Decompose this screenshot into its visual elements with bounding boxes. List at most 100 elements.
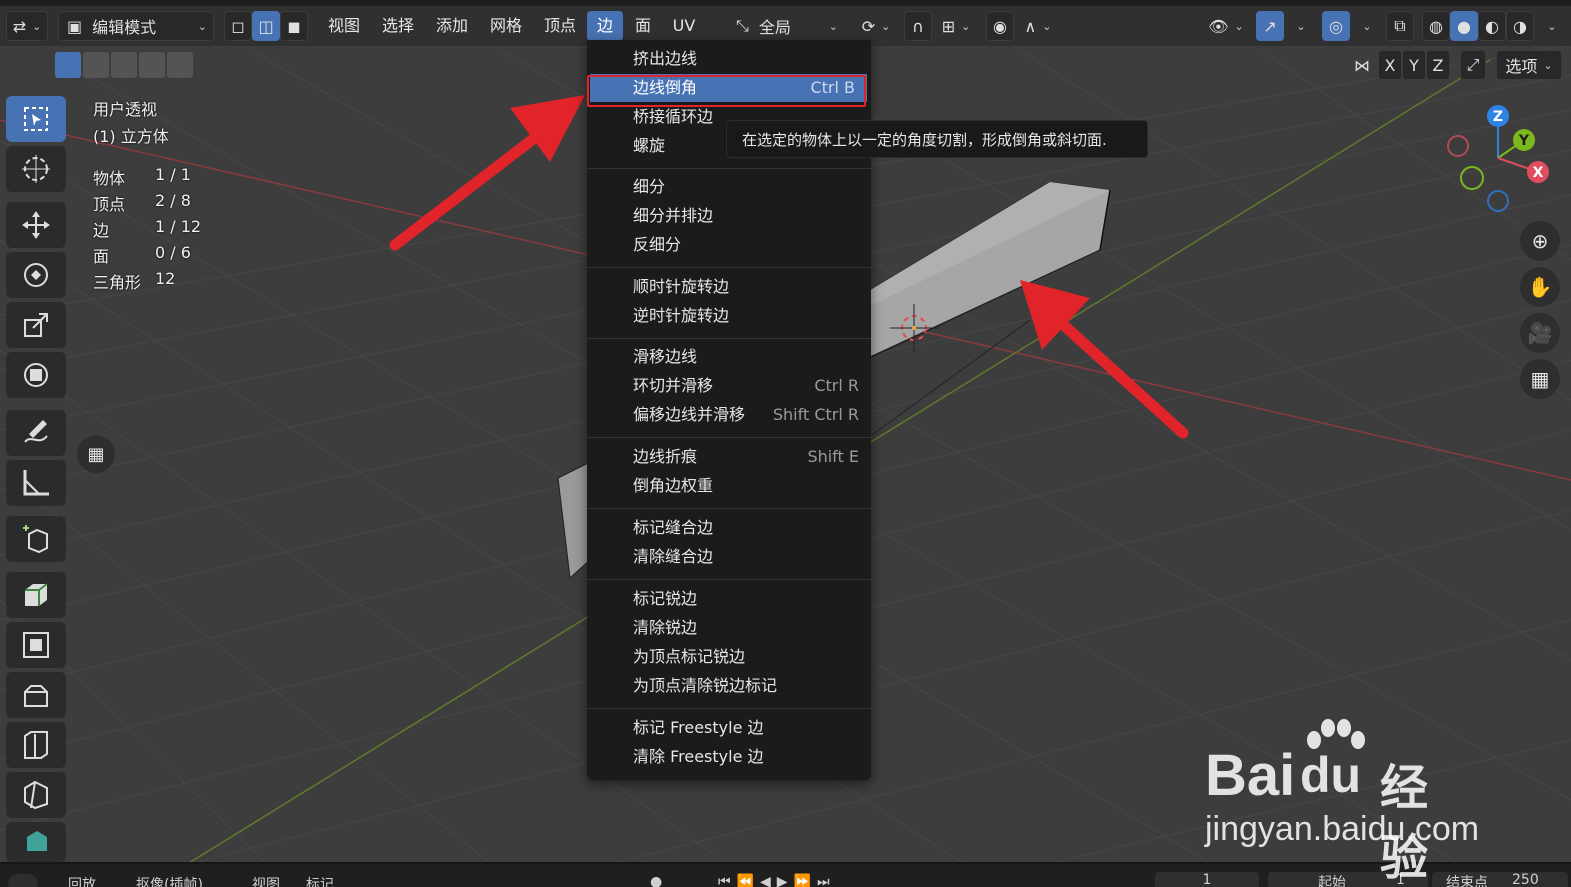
footer-view[interactable]: 视图 xyxy=(252,874,280,887)
annotate-tool[interactable] xyxy=(6,410,66,456)
stat-value-faces: 0 / 6 xyxy=(155,243,191,262)
extrude-tool[interactable] xyxy=(6,572,66,618)
falloff-button[interactable]: ∧ ⌄ xyxy=(1018,11,1058,41)
editor-type-button[interactable]: ⇄ ⌄ xyxy=(6,11,48,41)
pan-button[interactable]: ✋ xyxy=(1520,267,1560,307)
menu-item-clear-sharp-vertices[interactable]: 为顶点清除锐边标记 xyxy=(587,672,871,700)
poly-build-tool[interactable] xyxy=(6,822,66,862)
tool-settings-toggle[interactable]: ▦ xyxy=(77,435,115,473)
menu-edge[interactable]: 边 xyxy=(587,11,623,41)
menu-item-un-subdivide[interactable]: 反细分 xyxy=(587,231,871,259)
mirror-y-button[interactable]: Y xyxy=(1402,50,1426,80)
editor-type-button[interactable] xyxy=(8,874,38,887)
menu-face[interactable]: 面 xyxy=(628,11,658,41)
mode-selector[interactable]: ▣ 编辑模式 ⌄ xyxy=(58,11,214,41)
bevel-tool[interactable] xyxy=(6,672,66,718)
playback-controls[interactable]: ⏮⏪◀▶⏩⏭ xyxy=(718,874,836,887)
rotate-tool[interactable] xyxy=(6,252,66,298)
shading-dropdown[interactable]: ⌄ xyxy=(1536,11,1562,41)
gizmo-toggle[interactable]: ↗ xyxy=(1256,11,1284,41)
end-label: 结束点 xyxy=(1446,875,1488,887)
perspective-toggle-button[interactable]: ▦ xyxy=(1520,359,1560,399)
menu-item-clear-freestyle-edge[interactable]: 清除 Freestyle 边 xyxy=(587,743,871,771)
menu-item-edge-crease[interactable]: 边线折痕 Shift E xyxy=(587,443,871,471)
knife-tool[interactable] xyxy=(6,772,66,818)
menu-item-bevel-edges[interactable]: 边线倒角 Ctrl B xyxy=(590,74,867,102)
menu-item-clear-seam[interactable]: 清除缝合边 xyxy=(587,543,871,571)
menu-vertex[interactable]: 顶点 xyxy=(536,11,584,41)
navigation-gizmo[interactable]: Z Y X xyxy=(1440,100,1560,220)
loop-cut-tool[interactable] xyxy=(6,722,66,768)
menu-add[interactable]: 添加 xyxy=(428,11,476,41)
inset-tool[interactable] xyxy=(6,622,66,668)
menu-item-mark-seam[interactable]: 标记缝合边 xyxy=(587,514,871,542)
edge-select-button[interactable]: ◫ xyxy=(252,11,280,41)
select-extend-button[interactable] xyxy=(83,52,109,78)
visibility-button[interactable]: 👁 ⌄ xyxy=(1204,11,1248,41)
loop-cut-icon xyxy=(24,731,48,759)
vertex-select-button[interactable]: ◻ xyxy=(224,11,252,41)
current-frame-field[interactable]: 1 xyxy=(1155,872,1259,887)
menu-item-label: 挤出边线 xyxy=(633,49,698,68)
zoom-button[interactable]: ⊕ xyxy=(1520,221,1560,261)
overlay-toggle[interactable]: ◎ xyxy=(1322,11,1350,41)
menu-mesh[interactable]: 网格 xyxy=(482,11,530,41)
mirror-z-button[interactable]: Z xyxy=(1426,50,1450,80)
mirror-toggle[interactable]: ⋈ xyxy=(1350,50,1374,80)
footer-keying[interactable]: 抠像(插帧) xyxy=(136,874,203,887)
menu-view[interactable]: 视图 xyxy=(320,11,368,41)
snap-toggle[interactable]: ∩ xyxy=(904,11,932,41)
footer-marker[interactable]: 标记 xyxy=(306,874,334,887)
select-intersect-button[interactable] xyxy=(167,52,193,78)
mirror-x-button[interactable]: X xyxy=(1378,50,1402,80)
menu-uv[interactable]: UV xyxy=(664,11,704,41)
cursor-tool[interactable] xyxy=(6,146,66,192)
menu-item-mark-freestyle-edge[interactable]: 标记 Freestyle 边 xyxy=(587,714,871,742)
proportional-edit-toggle[interactable]: ◉ xyxy=(986,11,1014,41)
menu-item-loop-cut-slide[interactable]: 环切并滑移 Ctrl R xyxy=(587,372,871,400)
menu-item-mark-sharp[interactable]: 标记锐边 xyxy=(587,585,871,613)
gizmo-neg-y[interactable] xyxy=(1460,166,1484,190)
pivot-point-button[interactable]: ⟳ ⌄ xyxy=(856,11,896,41)
scale-tool[interactable] xyxy=(6,302,66,348)
record-icon[interactable]: ● xyxy=(650,874,662,887)
menu-item-edge-slide[interactable]: 滑移边线 xyxy=(587,343,871,371)
menu-item-extrude-edges[interactable]: 挤出边线 xyxy=(587,45,871,73)
menu-item-bevel-weight[interactable]: 倒角边权重 xyxy=(587,472,871,500)
options-dropdown[interactable]: 选项 ⌄ xyxy=(1496,50,1562,80)
footer-playback[interactable]: 回放 xyxy=(68,874,96,887)
move-tool[interactable] xyxy=(6,202,66,248)
measure-tool[interactable] xyxy=(6,460,66,506)
mode-label: 编辑模式 xyxy=(92,18,157,37)
menu-item-rotate-edge-cw[interactable]: 顺时针旋转边 xyxy=(587,273,871,301)
gizmo-dropdown[interactable]: ⌄ xyxy=(1286,11,1310,41)
xray-toggle[interactable]: ⧉ xyxy=(1386,11,1414,41)
menu-item-mark-sharp-vertices[interactable]: 为顶点标记锐边 xyxy=(587,643,871,671)
select-invert-button[interactable] xyxy=(139,52,165,78)
menu-item-rotate-edge-ccw[interactable]: 逆时针旋转边 xyxy=(587,302,871,330)
face-select-button[interactable]: ◼ xyxy=(280,11,308,41)
select-new-button[interactable] xyxy=(55,52,81,78)
select-box-tool[interactable] xyxy=(6,96,66,142)
snap-target-button[interactable]: ⊞ ⌄ xyxy=(934,11,978,41)
xray-icon: ⧉ xyxy=(1394,16,1406,35)
material-shading-button[interactable]: ◐ xyxy=(1478,11,1506,41)
add-cube-tool[interactable] xyxy=(6,516,66,562)
transform-orientation-dropdown[interactable]: ⤡ 全局 ⌄ xyxy=(730,11,842,41)
transform-tool[interactable] xyxy=(6,352,66,398)
solid-shading-button[interactable]: ● xyxy=(1450,11,1478,41)
menu-item-subdivide[interactable]: 细分 xyxy=(587,173,871,201)
gizmo-neg-x[interactable] xyxy=(1447,135,1469,157)
gizmo-neg-z[interactable] xyxy=(1487,190,1509,212)
end-frame-field[interactable]: 结束点 250 xyxy=(1432,872,1568,887)
wireframe-shading-button[interactable]: ◍ xyxy=(1422,11,1450,41)
menu-select[interactable]: 选择 xyxy=(374,11,422,41)
camera-view-button[interactable]: 🎥 xyxy=(1520,313,1560,353)
auto-merge-toggle[interactable]: ⤢ xyxy=(1460,50,1486,80)
rendered-shading-button[interactable]: ◑ xyxy=(1506,11,1534,41)
select-subtract-button[interactable] xyxy=(111,52,137,78)
menu-item-clear-sharp[interactable]: 清除锐边 xyxy=(587,614,871,642)
menu-item-subdivide-edge-ring[interactable]: 细分并排边 xyxy=(587,202,871,230)
menu-item-offset-edge-slide[interactable]: 偏移边线并滑移 Shift Ctrl R xyxy=(587,401,871,429)
overlay-dropdown[interactable]: ⌄ xyxy=(1352,11,1376,41)
